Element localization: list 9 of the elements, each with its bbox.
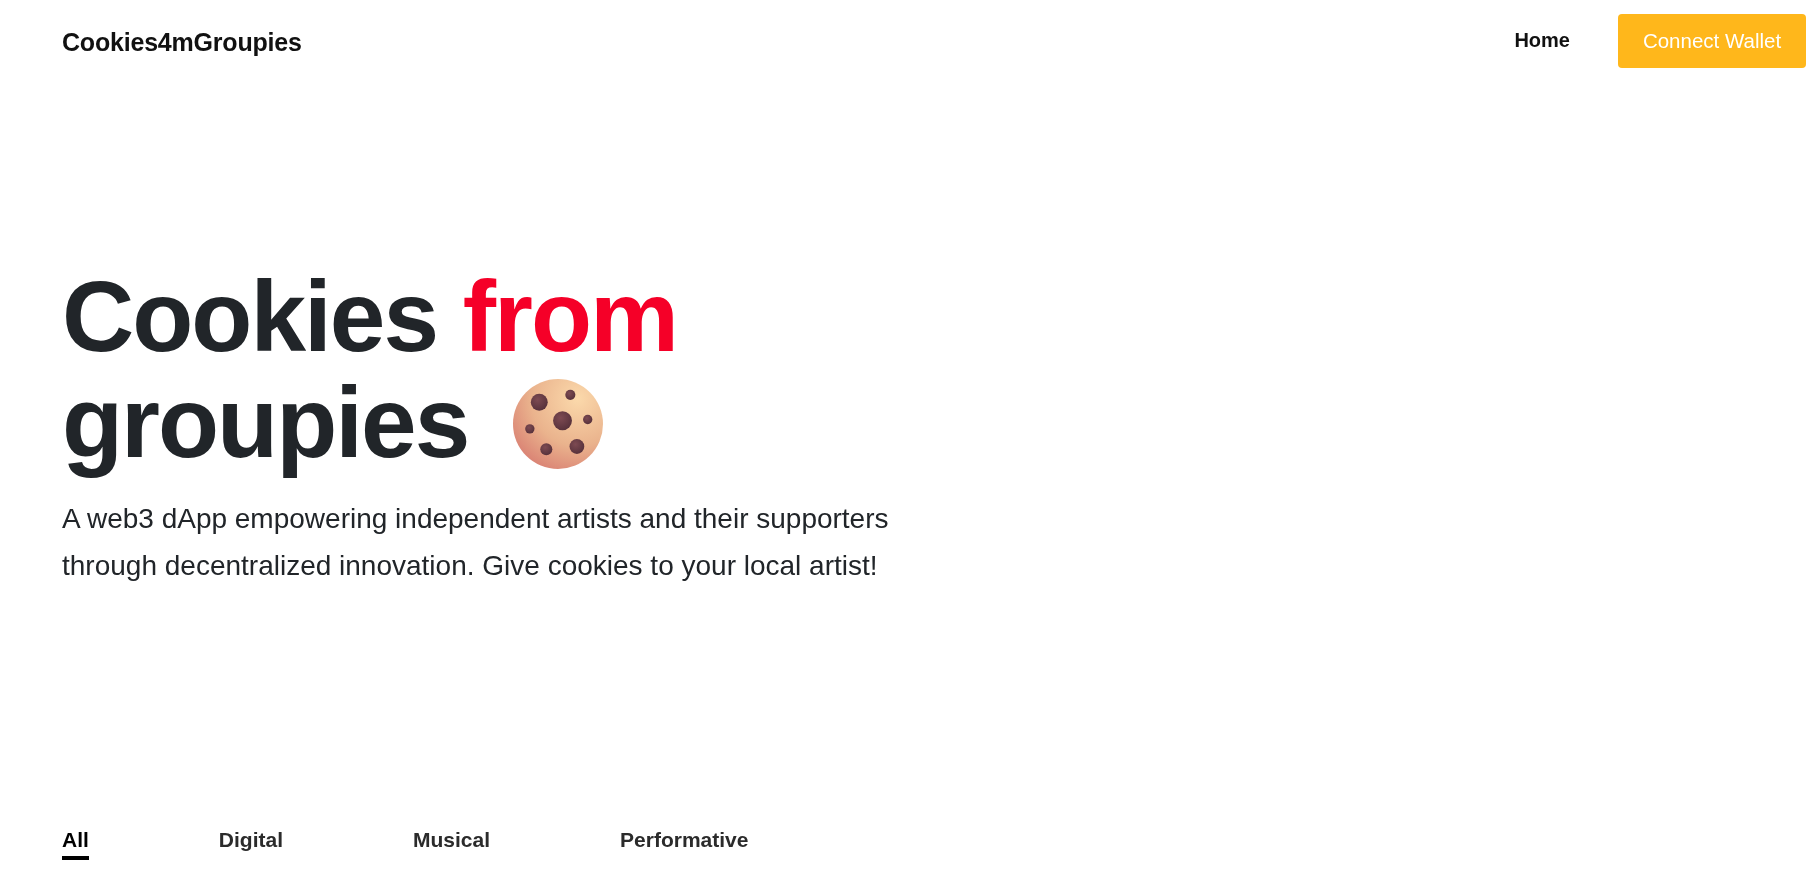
hero-description: A web3 dApp empowering independent artists and their supporters through decentralized innovation. Give cookies to your local artist! bbox=[62, 502, 890, 583]
site-logo[interactable]: Cookies4mGroupies bbox=[62, 27, 302, 57]
category-tab[interactable]: Musical bbox=[413, 827, 491, 860]
hero-heading: Cookies from bbox=[62, 263, 678, 369]
category-tab[interactable]: Performative bbox=[620, 827, 749, 860]
nav-link[interactable]: Home bbox=[1514, 28, 1570, 52]
category-tab[interactable]: Digital bbox=[218, 827, 283, 860]
category-tab[interactable]: All bbox=[62, 827, 89, 860]
cookie-icon bbox=[513, 379, 604, 469]
